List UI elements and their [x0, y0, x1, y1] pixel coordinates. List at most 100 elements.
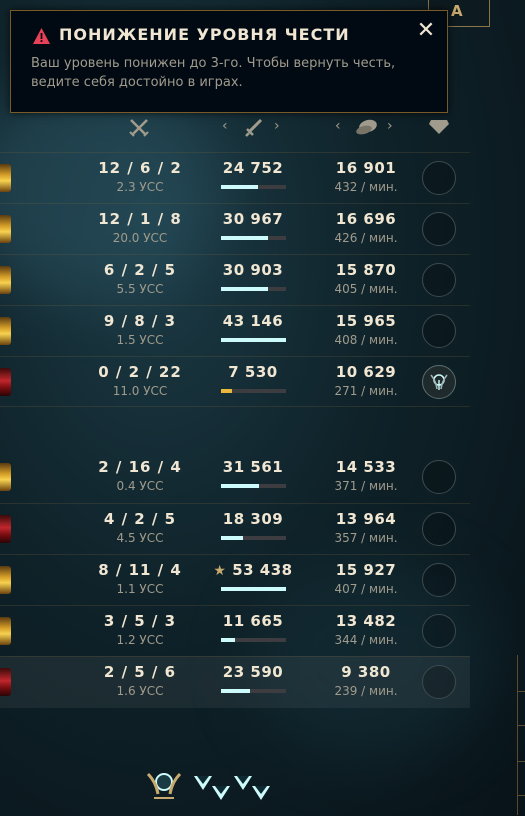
- champion-portrait[interactable]: [0, 566, 11, 594]
- gold-value: 15 870: [335, 261, 397, 279]
- damage-bar-fill: [221, 389, 233, 393]
- gold-value: 13 964: [335, 510, 397, 528]
- damage-value: 24 752: [208, 159, 298, 177]
- kda-value: 2 / 5 / 6: [103, 663, 177, 681]
- sword-icon: [245, 118, 263, 137]
- damage-number: 30 967: [222, 210, 284, 228]
- champion-portrait[interactable]: [0, 368, 11, 396]
- damage-value: 31 561: [208, 458, 298, 476]
- gold-per-minute: 405 / мин.: [334, 282, 398, 296]
- top-action-button-label: А: [451, 2, 463, 20]
- damage-next-arrow[interactable]: ›: [274, 118, 280, 134]
- damage-header: ‹ ›: [222, 118, 286, 138]
- cs-value: 1.6 УСС: [116, 684, 164, 698]
- champion-portrait[interactable]: [0, 617, 11, 645]
- player-row: 9 / 8 / 3 1.5 УСС 43 146 15 965 408 / ми…: [0, 305, 470, 357]
- kda-header: [128, 118, 152, 138]
- damage-bar-fill: [221, 287, 268, 291]
- player-row: 8 / 11 / 4 1.1 УСС ★ 53 438 15 927 407 /…: [0, 554, 470, 606]
- gold-per-minute: 357 / мин.: [334, 531, 398, 545]
- champion-portrait[interactable]: [0, 463, 11, 491]
- cs-value: 11.0 УСС: [112, 384, 168, 398]
- toast-title: ПОНИЖЕНИЕ УРОВНЯ ЧЕСТИ: [59, 25, 350, 44]
- honor-gem-icon: [252, 786, 270, 800]
- toast-message: Ваш уровень понижен до 3-го. Чтобы верну…: [31, 56, 396, 90]
- honor-level-toast: ПОНИЖЕНИЕ УРОВНЯ ЧЕСТИ Ваш уровень пониж…: [10, 10, 448, 113]
- gold-value: 16 696: [335, 210, 397, 228]
- champion-portrait[interactable]: [0, 266, 11, 294]
- damage-number: 53 438: [232, 561, 293, 579]
- gold-per-minute: 371 / мин.: [334, 479, 398, 493]
- champion-portrait[interactable]: [0, 164, 11, 192]
- honor-player-button[interactable]: [422, 161, 456, 195]
- gold-per-minute: 408 / мин.: [334, 333, 398, 347]
- honor-player-button[interactable]: [422, 314, 456, 348]
- player-row: 0 / 2 / 22 11.0 УСС 7 530 10 629 271 / м…: [0, 356, 470, 408]
- kda-value: 12 / 1 / 8: [98, 210, 182, 228]
- cs-value: 0.4 УСС: [116, 479, 164, 493]
- cs-value: 5.5 УСС: [116, 282, 164, 296]
- honor-emblem-icon: [146, 772, 182, 799]
- cs-value: 4.5 УСС: [116, 531, 164, 545]
- gold-next-arrow[interactable]: ›: [387, 118, 393, 134]
- honor-player-button[interactable]: [422, 212, 456, 246]
- gold-per-minute: 407 / мин.: [334, 582, 398, 596]
- damage-number: 18 309: [222, 510, 284, 528]
- damage-value: ★ 53 438: [208, 561, 298, 579]
- honor-player-button[interactable]: [422, 665, 456, 699]
- damage-bar-fill: [221, 689, 250, 693]
- damage-bar: [221, 185, 286, 189]
- damage-bar-fill: [221, 587, 286, 591]
- honor-gem-icon: [429, 120, 449, 134]
- crossed-swords-icon: [129, 119, 149, 137]
- honor-emblem-icon: [430, 374, 448, 390]
- damage-bar: [221, 236, 286, 240]
- damage-bar: [221, 536, 286, 540]
- honor-player-button[interactable]: [422, 365, 456, 399]
- damage-value: 18 309: [208, 510, 298, 528]
- champion-portrait[interactable]: [0, 215, 11, 243]
- champion-portrait[interactable]: [0, 668, 11, 696]
- damage-number: 24 752: [222, 159, 284, 177]
- honor-player-button[interactable]: [422, 614, 456, 648]
- gold-header: ‹ ›: [335, 118, 399, 138]
- kda-value: 3 / 5 / 3: [103, 612, 177, 630]
- champion-portrait[interactable]: [0, 317, 11, 345]
- damage-bar-fill: [221, 338, 286, 342]
- damage-bar: [221, 689, 286, 693]
- team-divider: [0, 406, 470, 407]
- gold-per-minute: 426 / мин.: [334, 231, 398, 245]
- champion-portrait[interactable]: [0, 515, 11, 543]
- honor-level-gems: [192, 772, 282, 802]
- gold-value: 15 965: [335, 312, 397, 330]
- kda-value: 4 / 2 / 5: [103, 510, 177, 528]
- honor-player-button[interactable]: [422, 563, 456, 597]
- damage-bar: [221, 587, 286, 591]
- damage-prev-arrow[interactable]: ‹: [222, 118, 228, 134]
- honor-player-button[interactable]: [422, 460, 456, 494]
- gold-value: 15 927: [335, 561, 397, 579]
- damage-value: 43 146: [208, 312, 298, 330]
- damage-bar: [221, 389, 286, 393]
- honor-gem-icon: [212, 786, 230, 800]
- gold-value: 10 629: [335, 363, 397, 381]
- gold-per-minute: 271 / мин.: [334, 384, 398, 398]
- star-icon: ★: [213, 563, 227, 579]
- damage-value: 7 530: [208, 363, 298, 381]
- honor-player-button[interactable]: [422, 512, 456, 546]
- player-row: 4 / 2 / 5 4.5 УСС 18 309 13 964 357 / ми…: [0, 503, 470, 555]
- honor-header: [428, 118, 450, 138]
- kda-value: 6 / 2 / 5: [103, 261, 177, 279]
- damage-value: 23 590: [208, 663, 298, 681]
- honor-player-button[interactable]: [422, 263, 456, 297]
- damage-value: 30 903: [208, 261, 298, 279]
- player-row: 12 / 6 / 2 2.3 УСС 24 752 16 901 432 / м…: [0, 152, 470, 204]
- gold-value: 9 380: [341, 663, 391, 681]
- gold-prev-arrow[interactable]: ‹: [335, 118, 341, 134]
- damage-value: 30 967: [208, 210, 298, 228]
- gold-value: 13 482: [335, 612, 397, 630]
- player-row: 2 / 5 / 6 1.6 УСС 23 590 9 380 239 / мин…: [0, 656, 470, 708]
- close-button[interactable]: ✕: [415, 20, 437, 42]
- damage-number: 31 561: [222, 458, 284, 476]
- damage-number: 7 530: [228, 363, 278, 381]
